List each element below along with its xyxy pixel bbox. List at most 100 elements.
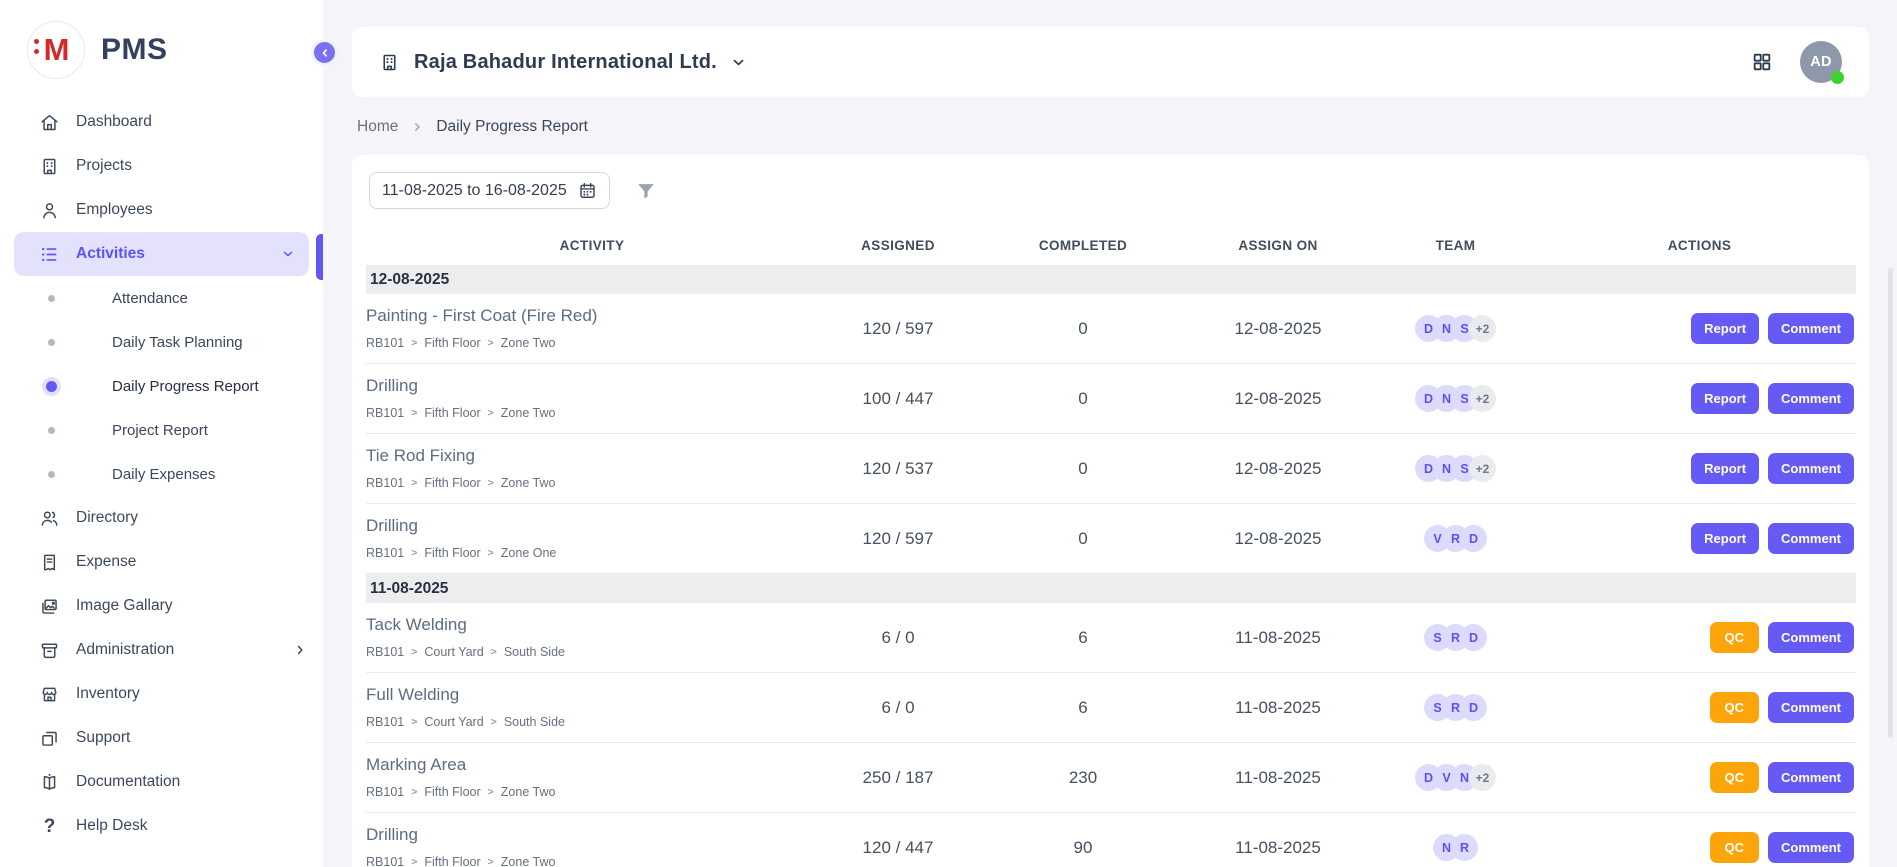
location-part: RB101 [366,645,404,659]
sidebar-item-support[interactable]: Support [0,716,323,760]
chevron-separator: > [488,856,494,867]
qc-button[interactable]: QC [1710,832,1760,863]
completed-value: 230 [978,768,1188,788]
sidebar: M PMS DashboardProjectsEmployeesActiviti… [0,0,323,867]
team-more-badge[interactable]: +2 [1469,764,1496,791]
active-item-indicator [316,234,323,280]
comment-button[interactable]: Comment [1768,453,1854,484]
table-row: DrillingRB101>Fifth Floor>Zone Two100 / … [366,364,1856,434]
sidebar-subitem-daily-progress-report[interactable]: Daily Progress Report [0,364,323,408]
activity-title: Drilling [366,825,818,845]
chevron-separator: > [488,547,494,559]
sidebar-item-administration[interactable]: Administration [0,628,323,672]
activity-title: Marking Area [366,755,818,775]
sidebar-item-label: Projects [76,157,132,175]
sidebar-item-employees[interactable]: Employees [0,188,323,232]
location-part: Fifth Floor [424,546,480,560]
comment-button[interactable]: Comment [1768,762,1854,793]
completed-value: 0 [978,459,1188,479]
comment-button[interactable]: Comment [1768,692,1854,723]
sidebar-subitem-label: Daily Task Planning [112,334,243,351]
breadcrumb-home-link[interactable]: Home [357,118,398,136]
location-part: South Side [504,715,565,729]
chevron-separator: > [411,716,417,728]
sidebar-subitem-daily-expenses[interactable]: Daily Expenses [0,452,323,496]
list-icon [39,244,60,265]
sidebar-item-label: Image Gallary [76,597,172,615]
sidebar-item-label: Activities [76,245,145,263]
comment-button[interactable]: Comment [1768,523,1854,554]
sidebar-item-help-desk[interactable]: ?Help Desk [0,804,323,848]
book-icon [39,772,60,793]
activity-title: Full Welding [366,685,818,705]
apps-grid-button[interactable] [1751,51,1773,73]
team-more-badge[interactable]: +2 [1469,385,1496,412]
completed-value: 0 [978,389,1188,409]
report-button[interactable]: Report [1691,523,1759,554]
chevron-separator: > [491,646,497,658]
assigned-value: 120 / 597 [818,529,978,549]
qc-button[interactable]: QC [1710,622,1760,653]
team-avatars: SRD [1368,694,1543,721]
topbar: Raja Bahadur International Ltd. AD [352,27,1869,97]
sidebar-subitem-daily-task-planning[interactable]: Daily Task Planning [0,320,323,364]
location-part: Fifth Floor [424,406,480,420]
sidebar-collapse-button[interactable] [311,39,338,66]
team-member-badge: D [1460,694,1487,721]
sidebar-item-image-gallary[interactable]: Image Gallary [0,584,323,628]
company-selector[interactable]: Raja Bahadur International Ltd. [379,51,746,74]
location-part: Zone Two [501,855,556,867]
team-avatars: DNS+2 [1368,315,1543,342]
sidebar-item-dashboard[interactable]: Dashboard [0,100,323,144]
sidebar-item-documentation[interactable]: Documentation [0,760,323,804]
sidebar-subitem-project-report[interactable]: Project Report [0,408,323,452]
location-part: Fifth Floor [424,785,480,799]
completed-value: 90 [978,838,1188,858]
sidebar-item-projects[interactable]: Projects [0,144,323,188]
sidebar-subitem-attendance[interactable]: Attendance [0,276,323,320]
sidebar-item-activities[interactable]: Activities [14,232,309,276]
team-more-badge[interactable]: +2 [1469,455,1496,482]
comment-button[interactable]: Comment [1768,383,1854,414]
report-button[interactable]: Report [1691,453,1759,484]
activity-location: RB101>Court Yard>South Side [366,645,818,659]
content-card: 11-08-2025 to 16-08-2025 ACTIVITY ASSIGN… [352,155,1869,867]
sidebar-subitem-label: Attendance [112,290,188,307]
team-avatars: NR [1368,834,1543,861]
location-part: RB101 [366,336,404,350]
sidebar-nav: Dashboard Projects Employees Activities Atte… [0,100,323,848]
company-name: Raja Bahadur International Ltd. [414,51,717,74]
chevron-separator: > [411,337,417,349]
comment-button[interactable]: Comment [1768,313,1854,344]
vertical-scrollbar[interactable] [1888,268,1893,738]
sidebar-item-directory[interactable]: Directory [0,496,323,540]
report-button[interactable]: Report [1691,313,1759,344]
comment-button[interactable]: Comment [1768,832,1854,863]
date-range-input[interactable]: 11-08-2025 to 16-08-2025 [369,172,610,209]
assign-on-date: 11-08-2025 [1188,838,1368,858]
report-button[interactable]: Report [1691,383,1759,414]
column-header-team: TEAM [1368,238,1543,253]
table-row: Tack WeldingRB101>Court Yard>South Side6… [366,603,1856,673]
chevron-separator: > [488,786,494,798]
comment-button[interactable]: Comment [1768,622,1854,653]
row-actions: QC Comment [1543,692,1856,723]
sidebar-item-label: Help Desk [76,817,148,835]
location-part: Zone One [501,546,557,560]
chevron-right-icon [293,643,307,657]
main-area: Raja Bahadur International Ltd. AD Home [323,0,1897,867]
app-window: M PMS DashboardProjectsEmployeesActiviti… [0,0,1897,867]
sidebar-item-expense[interactable]: Expense [0,540,323,584]
sidebar-item-label: Administration [76,641,174,659]
chevron-separator: > [488,407,494,419]
chevron-separator: > [411,856,417,867]
qc-button[interactable]: QC [1710,762,1760,793]
sidebar-item-inventory[interactable]: Inventory [0,672,323,716]
qc-button[interactable]: QC [1710,692,1760,723]
team-more-badge[interactable]: +2 [1469,315,1496,342]
chevron-separator: > [411,646,417,658]
filter-button[interactable] [635,180,657,202]
breadcrumb: Home Daily Progress Report [357,112,1869,142]
activity-location: RB101>Fifth Floor>Zone Two [366,476,818,490]
user-avatar[interactable]: AD [1800,41,1842,83]
